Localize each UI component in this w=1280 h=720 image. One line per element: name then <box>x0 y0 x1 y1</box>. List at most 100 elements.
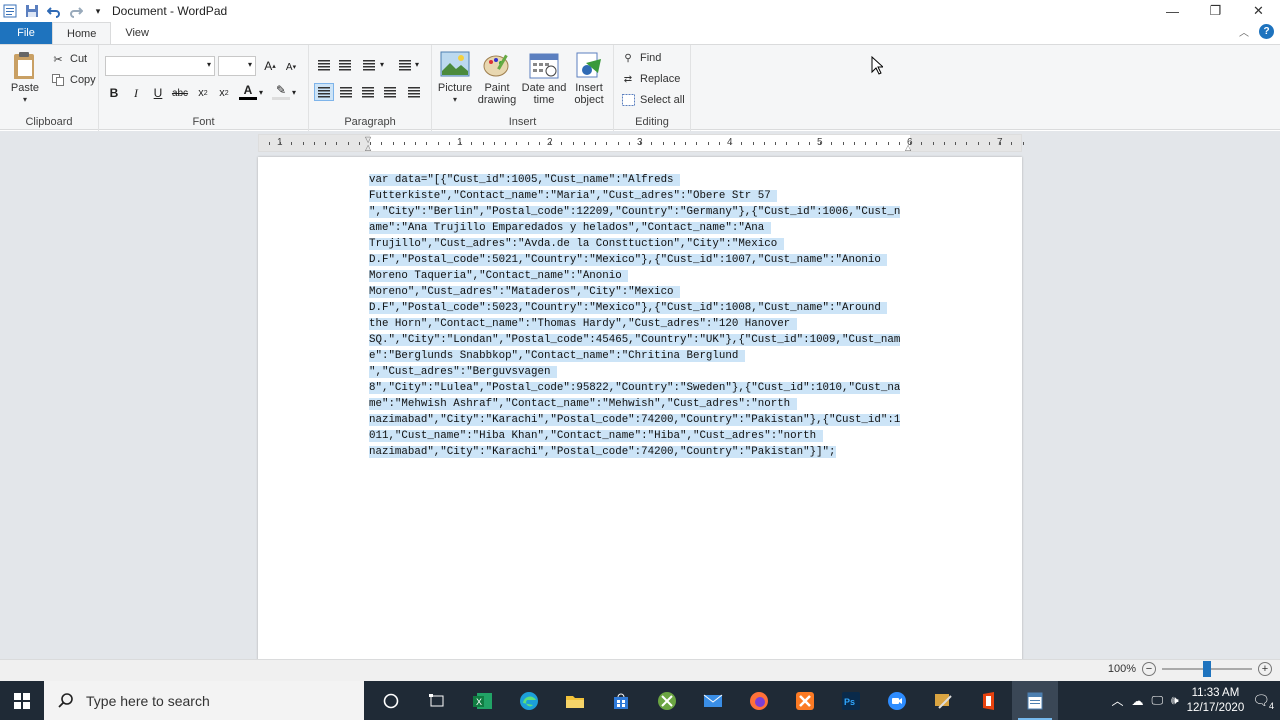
insert-object-button[interactable]: Insert object <box>569 51 609 106</box>
start-button[interactable] <box>0 681 44 720</box>
zoom-app-icon[interactable] <box>874 681 920 720</box>
grow-font-icon[interactable]: A ▴ <box>261 57 279 75</box>
ruler-tick <box>764 142 765 145</box>
window-title: Document - WordPad <box>112 4 228 18</box>
zoom-out-icon[interactable]: − <box>1142 662 1156 676</box>
taskbar-search-box[interactable]: Type here to search <box>44 681 364 720</box>
bullets-dropdown-icon[interactable]: ▾ <box>380 60 384 69</box>
paste-label: Paste <box>10 82 40 94</box>
help-icon[interactable]: ? <box>1259 24 1274 39</box>
superscript-icon[interactable]: x2 <box>215 84 233 102</box>
paint-drawing-button[interactable]: Paint drawing <box>477 51 517 106</box>
onedrive-icon[interactable]: ☁ <box>1132 694 1144 708</box>
subscript-icon[interactable]: x2 <box>194 84 212 102</box>
line-spacing-icon[interactable] <box>395 56 415 74</box>
minimize-icon[interactable]: — <box>1151 0 1194 22</box>
select-all-button[interactable]: Select all <box>620 93 685 107</box>
font-family-dropdown-icon[interactable]: ▾ <box>207 60 211 69</box>
zoom-slider-thumb[interactable] <box>1203 661 1211 677</box>
cut-button[interactable]: ✂ Cut <box>50 52 87 66</box>
restore-icon[interactable]: ❐ <box>1194 0 1237 22</box>
ruler-tick <box>550 142 551 145</box>
font-color-icon[interactable]: A <box>239 82 257 100</box>
decrease-indent-icon[interactable] <box>314 56 334 74</box>
show-hidden-icons-icon[interactable]: ︿ <box>1112 692 1124 709</box>
find-button[interactable]: ⚲ Find <box>620 51 661 65</box>
document-line: D.F","Postal_code":5021,"Country":"Mexic… <box>369 252 909 268</box>
excel-icon[interactable]: X <box>460 681 506 720</box>
document-page[interactable]: var data="[{"Cust_id":1005,"Cust_name":"… <box>258 157 1022 659</box>
bullets-icon[interactable] <box>359 56 379 74</box>
wordpad-taskbar-icon[interactable] <box>1012 681 1058 720</box>
undo-icon[interactable] <box>46 3 62 19</box>
select-all-label: Select all <box>640 94 685 106</box>
redo-icon[interactable] <box>68 3 84 19</box>
calendar-icon <box>529 53 559 79</box>
ruler-tick <box>494 142 495 145</box>
tab-file[interactable]: File <box>0 22 52 44</box>
notification-center-icon[interactable]: 🗨 4 <box>1252 692 1274 711</box>
zoom-slider[interactable] <box>1162 661 1252 677</box>
task-view-icon[interactable] <box>414 681 460 720</box>
replace-icon: ⇄ <box>623 73 633 85</box>
file-explorer-icon[interactable] <box>552 681 598 720</box>
font-family-select[interactable]: ▾ <box>105 56 215 76</box>
xampp-icon[interactable] <box>782 681 828 720</box>
edge-icon[interactable] <box>506 681 552 720</box>
network-icon[interactable]: 🖵 <box>1152 693 1164 708</box>
ruler-tick <box>595 142 596 145</box>
highlight-dropdown-icon[interactable]: ▾ <box>292 88 296 97</box>
ruler-tick <box>449 142 450 145</box>
underline-icon[interactable]: U <box>149 84 167 102</box>
wordpad-app-icon[interactable] <box>2 3 18 19</box>
clock[interactable]: 11:33 AM 12/17/2020 <box>1187 686 1245 716</box>
italic-icon[interactable]: I <box>127 84 145 102</box>
selected-text: Trujillo","Cust_adres":"Avda.de la Const… <box>369 238 784 250</box>
zoom-in-icon[interactable]: + <box>1258 662 1272 676</box>
font-color-dropdown-icon[interactable]: ▾ <box>259 88 263 97</box>
tab-view[interactable]: View <box>111 22 163 44</box>
office-icon[interactable] <box>966 681 1012 720</box>
replace-button[interactable]: ⇄ Replace <box>620 72 681 86</box>
store-icon[interactable] <box>598 681 644 720</box>
copy-button[interactable]: Copy <box>50 73 96 87</box>
firefox-icon[interactable] <box>736 681 782 720</box>
tab-home[interactable]: Home <box>52 22 112 44</box>
photoshop-icon[interactable]: Ps <box>828 681 874 720</box>
paste-dropdown-icon[interactable]: ▾ <box>23 94 27 106</box>
font-size-select[interactable]: ▾ <box>218 56 256 76</box>
picture-dropdown-icon[interactable]: ▾ <box>453 94 457 106</box>
align-right-icon[interactable] <box>358 83 378 101</box>
xbox-app-icon[interactable] <box>644 681 690 720</box>
volume-icon[interactable]: 🕪 <box>1171 693 1179 708</box>
line-spacing-dropdown-icon[interactable]: ▾ <box>415 60 419 69</box>
align-left-icon[interactable] <box>314 83 334 101</box>
ruler-tick <box>325 142 326 145</box>
close-icon[interactable]: ✕ <box>1237 0 1280 22</box>
strikethrough-icon[interactable]: abc <box>171 84 189 102</box>
customize-qat-icon[interactable]: ▾ <box>90 3 106 19</box>
quick-access-toolbar: ▾ <box>0 0 106 22</box>
ruler[interactable]: ▽ △ △ 11234567 <box>258 134 1024 152</box>
picture-button[interactable]: Picture ▾ <box>436 51 474 106</box>
bold-icon[interactable]: B <box>105 84 123 102</box>
increase-indent-icon[interactable] <box>335 56 355 74</box>
ruler-tick <box>280 142 281 145</box>
minimize-ribbon-icon[interactable]: ︿ <box>1239 24 1249 39</box>
ruler-tick <box>730 142 731 145</box>
dev-tools-icon[interactable] <box>920 681 966 720</box>
mail-icon[interactable] <box>690 681 736 720</box>
save-icon[interactable] <box>24 3 40 19</box>
highlight-color-icon[interactable]: ✎ <box>272 82 290 100</box>
cortana-icon[interactable] <box>368 681 414 720</box>
paste-button[interactable]: Paste ▾ <box>8 51 42 106</box>
date-time-button[interactable]: Date and time <box>521 51 567 106</box>
align-center-icon[interactable] <box>336 83 356 101</box>
shrink-font-icon[interactable]: A ▾ <box>282 58 300 76</box>
binoculars-icon: ⚲ <box>624 52 632 64</box>
paragraph-settings-icon[interactable] <box>404 83 424 101</box>
justify-icon[interactable] <box>380 83 400 101</box>
font-size-dropdown-icon[interactable]: ▾ <box>248 60 252 69</box>
date-time-label-1: Date and <box>521 82 567 94</box>
document-text[interactable]: var data="[{"Cust_id":1005,"Cust_name":"… <box>369 172 909 460</box>
